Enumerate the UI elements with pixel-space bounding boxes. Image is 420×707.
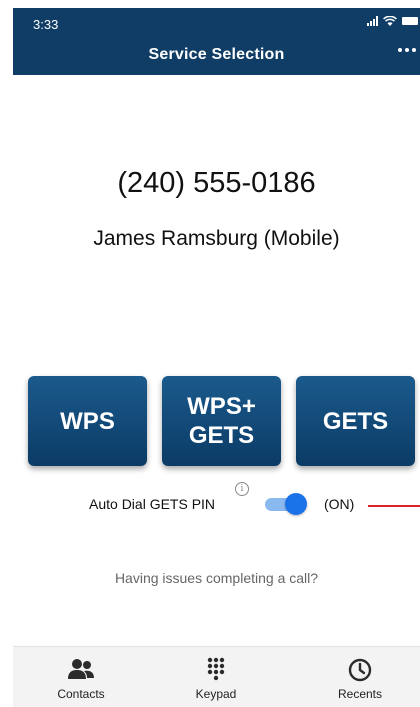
tab-recents[interactable]: Recents bbox=[300, 647, 420, 707]
wps-button-label: WPS bbox=[60, 407, 115, 435]
signal-icon bbox=[367, 16, 378, 26]
gets-button-label: GETS bbox=[322, 407, 389, 435]
auto-dial-state: (ON) bbox=[324, 496, 355, 512]
battery-icon bbox=[402, 17, 418, 25]
contact-name: James Ramsburg (Mobile) bbox=[93, 227, 340, 250]
auto-dial-label: Auto Dial GETS PIN bbox=[89, 496, 216, 512]
auto-dial-row: Auto Dial GETS PIN i (ON) bbox=[0, 482, 420, 516]
left-gutter bbox=[0, 0, 13, 706]
wps-gets-button[interactable]: WPS+ GETS bbox=[162, 376, 281, 466]
status-time: 3:33 bbox=[33, 17, 59, 32]
tab-recents-label: Recents bbox=[337, 687, 383, 701]
tab-contacts[interactable]: Contacts bbox=[21, 647, 141, 707]
gets-button[interactable]: GETS bbox=[296, 376, 415, 466]
call-issues-link[interactable]: Having issues completing a call? bbox=[13, 570, 420, 586]
app-header: 3:33 Service Selection bbox=[13, 8, 420, 75]
indicator-line bbox=[368, 505, 420, 507]
page-title: Service Selection bbox=[148, 46, 285, 63]
auto-dial-toggle-knob[interactable] bbox=[285, 493, 307, 515]
wifi-icon bbox=[383, 16, 397, 26]
bottom-tab-bar: Contacts Keypad Recents bbox=[13, 646, 420, 707]
tab-keypad-label: Keypad bbox=[195, 687, 237, 701]
clock-icon bbox=[348, 658, 372, 682]
wps-gets-button-label-line1: WPS+ bbox=[187, 393, 256, 420]
wps-button[interactable]: WPS bbox=[28, 376, 147, 466]
contacts-icon bbox=[68, 659, 94, 679]
wps-gets-button-label-line2: GETS bbox=[188, 422, 255, 449]
keypad-icon bbox=[207, 657, 225, 681]
tab-keypad[interactable]: Keypad bbox=[156, 647, 276, 707]
phone-number: (240) 555-0186 bbox=[117, 167, 316, 199]
info-icon[interactable]: i bbox=[235, 482, 249, 496]
more-horizontal-icon[interactable] bbox=[398, 48, 416, 52]
tab-contacts-label: Contacts bbox=[57, 687, 105, 701]
status-icons bbox=[367, 16, 418, 26]
